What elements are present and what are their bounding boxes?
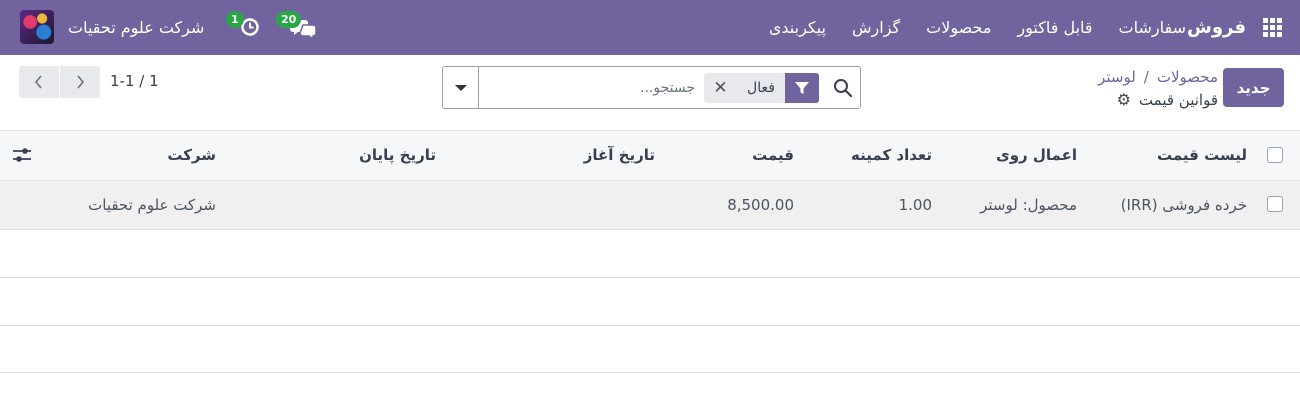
column-header-company[interactable]: شرکت xyxy=(167,131,216,180)
search-facet-active: فعال ✕ xyxy=(704,73,819,103)
breadcrumb-products[interactable]: محصولات xyxy=(1157,68,1218,86)
search-bar: فعال ✕ xyxy=(442,66,861,109)
chat-count-badge: 20 xyxy=(276,11,302,28)
filter-icon xyxy=(795,82,809,94)
facet-filter-tag xyxy=(785,73,819,103)
select-all-checkbox[interactable] xyxy=(1267,147,1283,163)
menu-item-orders[interactable]: سفارشات xyxy=(1119,18,1186,37)
company-switcher[interactable]: شرکت علوم تحقیات xyxy=(68,0,204,55)
search-icon xyxy=(834,79,853,98)
column-header-price[interactable]: قیمت xyxy=(752,131,794,180)
column-header-pricelist[interactable]: لیست قیمت xyxy=(1157,131,1247,180)
cell-apply-on: محصول: لوستر xyxy=(980,196,1077,214)
page-title: قوانین قیمت xyxy=(1138,90,1218,109)
menu-item-to-invoice[interactable]: قابل فاکتور xyxy=(1017,18,1092,37)
breadcrumb-chandelier[interactable]: لوستر xyxy=(1098,68,1136,86)
column-header-date-start[interactable]: تاریخ آغاز xyxy=(584,131,655,180)
optional-columns-icon[interactable] xyxy=(12,145,32,165)
cell-min-qty: 1.00 xyxy=(898,196,932,214)
pager-next-button[interactable] xyxy=(60,66,100,98)
pager-previous-button[interactable] xyxy=(19,66,59,98)
top-navbar: فروش سفارشات قابل فاکتور محصولات گزارش پ… xyxy=(0,0,1300,55)
list-header: لیست قیمت اعمال روی تعداد کمینه قیمت تار… xyxy=(0,130,1300,181)
apps-menu-button[interactable] xyxy=(1258,0,1286,55)
column-header-min-qty[interactable]: تعداد کمینه xyxy=(851,131,932,180)
main-menu: سفارشات قابل فاکتور محصولات گزارش پیکربن… xyxy=(769,0,1186,55)
facet-label: فعال xyxy=(747,80,775,96)
chevron-left-icon xyxy=(34,75,42,89)
menu-item-reporting[interactable]: گزارش xyxy=(852,18,900,37)
search-button[interactable] xyxy=(832,77,854,99)
column-header-apply-on[interactable]: اعمال روی xyxy=(996,131,1077,180)
activity-button[interactable]: 1 xyxy=(226,0,262,55)
empty-row xyxy=(0,230,1300,278)
company-logo[interactable] xyxy=(20,10,54,44)
activity-count-badge: 1 xyxy=(226,11,244,28)
search-divider xyxy=(478,67,479,108)
menu-item-configuration[interactable]: پیکربندی xyxy=(769,18,826,37)
gear-icon[interactable]: ⚙ xyxy=(1117,90,1131,109)
table-row[interactable]: خرده فروشی (IRR) محصول: لوستر 1.00 8,500… xyxy=(0,181,1300,230)
empty-row xyxy=(0,278,1300,326)
breadcrumb-separator: / xyxy=(1143,68,1149,86)
search-options-toggle[interactable] xyxy=(443,67,478,108)
app-brand[interactable]: فروش xyxy=(1187,0,1246,55)
chevron-right-icon xyxy=(77,75,85,89)
new-button[interactable]: جدید xyxy=(1223,68,1284,107)
search-input[interactable] xyxy=(483,75,695,101)
page-title-row: قوانین قیمت ⚙ xyxy=(1117,90,1218,109)
apps-grid-icon xyxy=(1262,18,1282,37)
cell-pricelist: خرده فروشی (IRR) xyxy=(1120,196,1247,214)
pager-value[interactable]: 1-1 / 1 xyxy=(110,72,159,90)
menu-item-products[interactable]: محصولات xyxy=(926,18,991,37)
cell-price: 8,500.00 xyxy=(727,196,794,214)
row-checkbox[interactable] xyxy=(1267,196,1283,212)
breadcrumb: محصولات / لوستر xyxy=(1098,68,1218,86)
messaging-button[interactable]: 20 xyxy=(276,0,318,55)
caret-down-icon xyxy=(454,84,467,91)
close-icon[interactable]: ✕ xyxy=(704,73,737,103)
empty-row xyxy=(0,325,1300,373)
cell-company: شرکت علوم تحقیات xyxy=(88,196,216,214)
column-header-date-end[interactable]: تاریخ پایان xyxy=(359,131,436,180)
